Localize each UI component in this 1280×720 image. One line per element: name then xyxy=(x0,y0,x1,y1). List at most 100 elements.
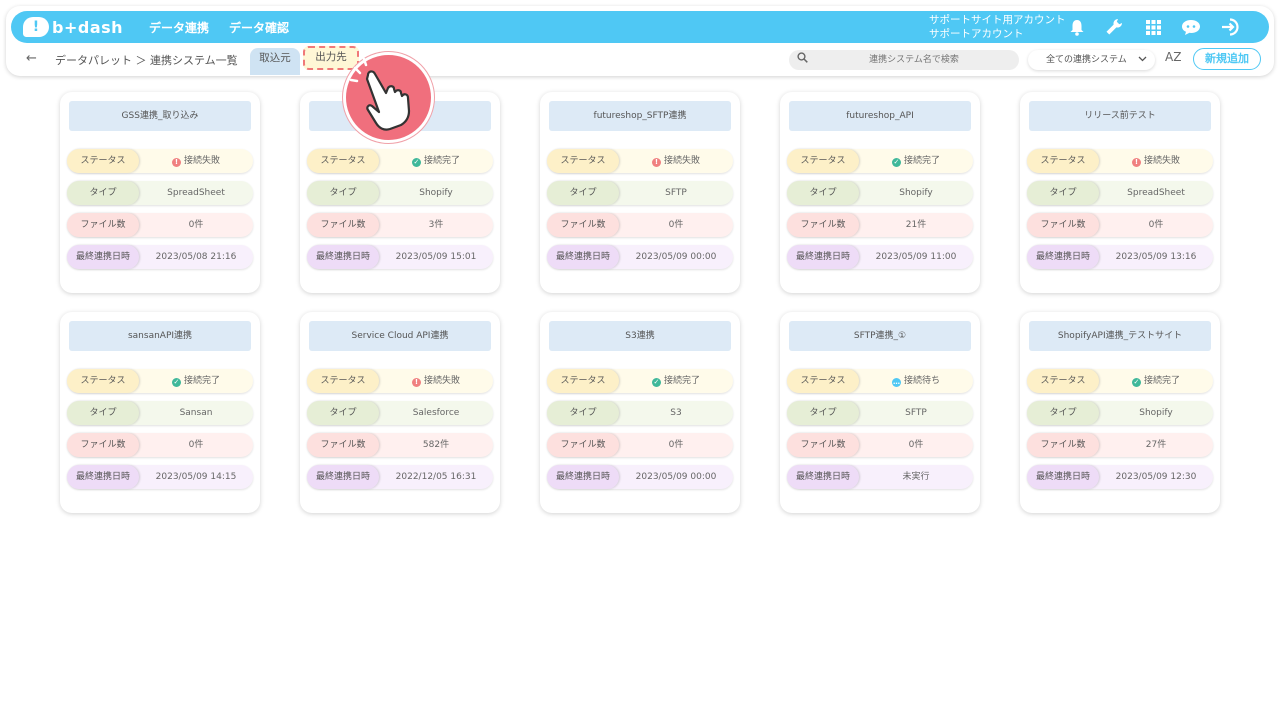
system-card[interactable]: リリース前テスト ステータス! 接続失敗 タイプ SpreadSheet ファイル数 0件最… xyxy=(1020,92,1220,293)
add-new-button[interactable]: 新規追加 xyxy=(1193,48,1261,70)
last-sync-label: 最終連携日時 xyxy=(1027,245,1099,269)
files-label: ファイル数 xyxy=(67,433,139,457)
last-sync-value: 2023/05/09 00:00 xyxy=(635,252,717,262)
status-row: ステータス… 接続待ち xyxy=(787,369,973,393)
files-value: 21件 xyxy=(905,220,927,230)
status-ok-icon: ✓ xyxy=(1131,378,1141,387)
status-label: ステータス xyxy=(547,369,619,393)
grid-icon[interactable] xyxy=(1142,17,1164,37)
files-value: 0件 xyxy=(1148,220,1164,230)
system-card[interactable]: sansanAPI連携 ステータス ✓ 接続完了 タイプ Sansan ファイル数 0件 最終連… xyxy=(60,312,260,513)
nav-data-check[interactable]: データ確認 xyxy=(229,19,289,36)
status-text: 接続失敗 xyxy=(183,156,220,166)
system-filter-select[interactable]: 全ての連携システム xyxy=(1028,50,1155,70)
last-sync-label: 最終連携日時 xyxy=(307,465,379,489)
tab-import-source[interactable]: 取込元 xyxy=(250,48,300,75)
type-value: SFTP xyxy=(905,408,927,418)
sort-az-icon[interactable]: AZ xyxy=(1165,50,1181,64)
filter-value: 全ての連携システム xyxy=(1046,55,1127,65)
wrench-icon[interactable] xyxy=(1103,17,1125,37)
status-value: … 接続待ち xyxy=(859,369,973,393)
logout-icon[interactable] xyxy=(1220,17,1242,37)
files-value: 27件 xyxy=(1145,440,1167,450)
last-sync-row: 最終連携日時 2023/05/09 12:30 xyxy=(1027,465,1213,489)
files-row: ファイル数 0件 xyxy=(67,433,253,457)
chat-icon[interactable] xyxy=(1180,17,1202,37)
last-sync-value: 2023/05/09 11:00 xyxy=(875,252,957,262)
status-text: 接続待ち xyxy=(903,376,940,386)
type-row: タイプ SpreadSheet xyxy=(1027,181,1213,205)
status-text: 接続完了 xyxy=(903,156,940,166)
files-label: ファイル数 xyxy=(307,433,379,457)
status-text: 接続失敗 xyxy=(423,376,460,386)
files-row: ファイル数 27件 xyxy=(1027,433,1213,457)
pointing-hand-icon xyxy=(343,52,434,143)
status-row: ステータス ✓ 接続完了 xyxy=(307,149,493,173)
system-card[interactable]: GSS連携_取り込みステータス! 接続失敗 タイプ SpreadSheet ファイル数 0… xyxy=(60,92,260,293)
bell-icon[interactable] xyxy=(1066,17,1088,37)
status-text: 接続失敗 xyxy=(663,156,700,166)
files-row: ファイル数 0件 xyxy=(67,213,253,237)
files-value: 0件 xyxy=(188,220,204,230)
system-card[interactable]: SFTP連携_① ステータス… 接続待ち タイプ SFTP ファイル数 0件 最終連携日時 未実… xyxy=(780,312,980,513)
type-row: タイプ Shopify xyxy=(1027,401,1213,425)
last-sync-row: 最終連携日時 2023/05/09 00:00 xyxy=(547,245,733,269)
files-row: ファイル数 582件 xyxy=(307,433,493,457)
files-label: ファイル数 xyxy=(67,213,139,237)
type-row: タイプ SpreadSheet xyxy=(67,181,253,205)
last-sync-value: 未実行 xyxy=(902,472,930,482)
account-user: サポートアカウント xyxy=(929,28,1024,40)
card-title: sansanAPI連携 xyxy=(69,321,251,351)
status-row: ステータス! 接続失敗 xyxy=(307,369,493,393)
logo-mark: ! xyxy=(23,17,49,37)
type-value: S3 xyxy=(670,408,682,418)
last-sync-label: 最終連携日時 xyxy=(67,465,139,489)
nav-data-integration[interactable]: データ連携 xyxy=(149,19,209,36)
files-label: ファイル数 xyxy=(1027,213,1099,237)
type-row: タイプ Salesforce xyxy=(307,401,493,425)
last-sync-value: 2023/05/09 00:00 xyxy=(635,472,717,482)
files-label: ファイル数 xyxy=(547,433,619,457)
app-logo[interactable]: ! b+dash xyxy=(23,17,123,37)
files-row: ファイル数 0件 xyxy=(547,433,733,457)
last-sync-value: 2023/05/09 14:15 xyxy=(155,472,237,482)
last-sync-row: 最終連携日時 2022/12/05 16:31 xyxy=(307,465,493,489)
files-value: 0件 xyxy=(668,440,684,450)
back-arrow-icon[interactable]: ← xyxy=(26,51,37,66)
account-info[interactable]: サポートサイト用アカウント サポートアカウント xyxy=(929,13,1066,41)
last-sync-label: 最終連携日時 xyxy=(547,465,619,489)
status-error-icon: ! xyxy=(651,158,661,167)
search-box xyxy=(789,50,1019,70)
system-card[interactable]: futureshop_API ステータス ✓ 接続完了 タイプ Shopify ファイル数 2… xyxy=(780,92,980,293)
system-card[interactable]: S3連携 ステータス ✓ 接続完了 タイプ S3 ファイル数 0件 最終連携日時 2023/05/… xyxy=(540,312,740,513)
card-title: リリース前テスト xyxy=(1029,101,1211,131)
status-value: ! 接続失敗 xyxy=(139,149,253,173)
type-label: タイプ xyxy=(1027,181,1099,205)
status-ok-icon: ✓ xyxy=(891,158,901,167)
type-value: Shopify xyxy=(419,188,453,198)
type-label: タイプ xyxy=(67,181,139,205)
type-label: タイプ xyxy=(67,401,139,425)
status-ok-icon: ✓ xyxy=(411,158,421,167)
logo-text: b+dash xyxy=(52,17,124,37)
card-title: Service Cloud API連携 xyxy=(309,321,491,351)
card-title: futureshop_API xyxy=(789,101,971,131)
status-value: ✓ 接続完了 xyxy=(379,149,493,173)
status-value: ! 接続失敗 xyxy=(1099,149,1213,173)
files-row: ファイル数 3件 xyxy=(307,213,493,237)
status-text: 接続完了 xyxy=(423,156,460,166)
search-input[interactable] xyxy=(819,52,1009,68)
type-value: Salesforce xyxy=(412,408,460,418)
status-row: ステータス! 接続失敗 xyxy=(67,149,253,173)
status-error-icon: ! xyxy=(1131,158,1141,167)
card-title: GSS連携_取り込み xyxy=(69,101,251,131)
files-row: ファイル数 0件 xyxy=(787,433,973,457)
system-card[interactable]: Service Cloud API連携ステータス! 接続失敗 タイプ Salesfor… xyxy=(300,312,500,513)
files-label: ファイル数 xyxy=(787,433,859,457)
system-card[interactable]: ShopifyAPI連携_テストサイト ステータス ✓ 接続完了 タイプ Shopify フ… xyxy=(1020,312,1220,513)
files-label: ファイル数 xyxy=(307,213,379,237)
last-sync-label: 最終連携日時 xyxy=(787,465,859,489)
type-row: タイプ Shopify xyxy=(787,181,973,205)
status-error-icon: ! xyxy=(171,158,181,167)
system-card[interactable]: futureshop_SFTP連携 ステータス! 接続失敗 タイプ SFTP ファイル数 0… xyxy=(540,92,740,293)
